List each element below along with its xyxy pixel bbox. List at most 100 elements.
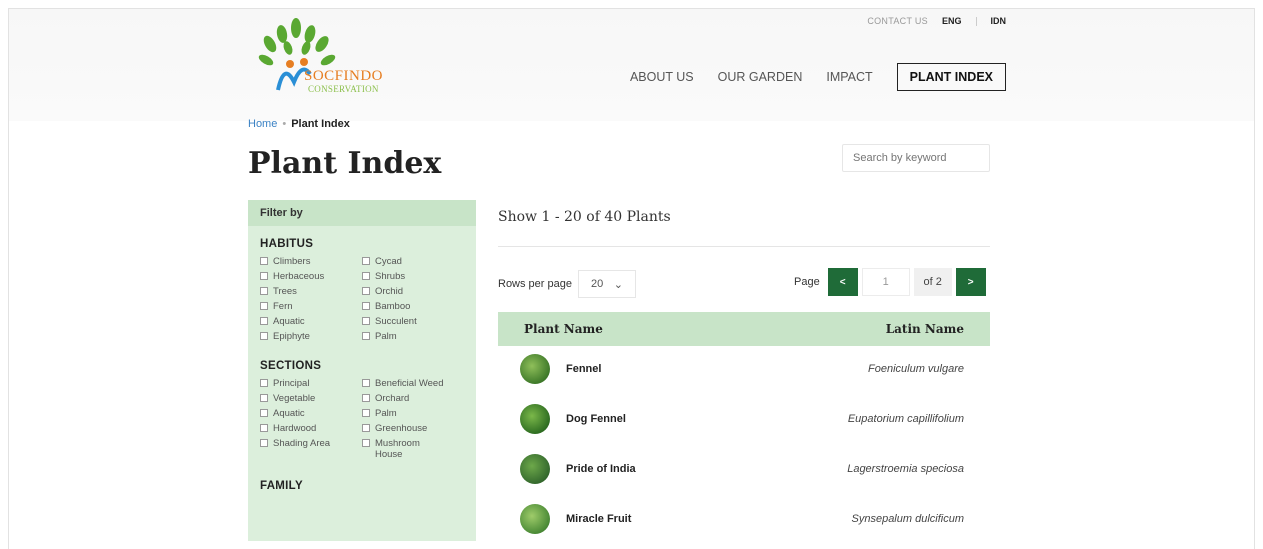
plant-name[interactable]: Fennel <box>566 363 601 375</box>
filter-checkbox[interactable]: Beneficial Weed <box>362 378 472 389</box>
col-plant-name[interactable]: Plant Name <box>524 322 603 336</box>
filter-checkbox[interactable]: Orchid <box>362 286 472 297</box>
filter-checkbox[interactable]: Aquatic <box>260 316 362 327</box>
habitus-title: HABITUS <box>260 238 314 250</box>
plant-thumbnail[interactable] <box>520 454 550 484</box>
checkbox-icon[interactable] <box>362 317 370 325</box>
checkbox-label: Principal <box>273 378 310 389</box>
checkbox-icon[interactable] <box>260 287 268 295</box>
plant-thumbnail[interactable] <box>520 354 550 384</box>
checkbox-icon[interactable] <box>362 287 370 295</box>
filter-checkbox[interactable]: Trees <box>260 286 362 297</box>
checkbox-icon[interactable] <box>362 394 370 402</box>
filter-checkbox[interactable]: Palm <box>362 331 472 342</box>
plant-thumbnail[interactable] <box>520 404 550 434</box>
search-input[interactable] <box>842 144 990 172</box>
breadcrumb-separator: • <box>282 118 287 130</box>
checkbox-icon[interactable] <box>260 317 268 325</box>
divider <box>498 246 990 247</box>
nav-plant-index[interactable]: PLANT INDEX <box>896 63 1006 91</box>
lang-idn-link[interactable]: IDN <box>991 16 1007 26</box>
checkbox-icon[interactable] <box>362 409 370 417</box>
rows-per-page-select[interactable]: 20 ⌄ <box>578 270 636 298</box>
filter-checkbox[interactable]: Bamboo <box>362 301 472 312</box>
table-row[interactable]: Pride of India Lagerstroemia speciosa <box>498 444 990 494</box>
site-logo[interactable]: SOCFINDO CONSERVATION <box>248 12 398 94</box>
plant-cell: Pride of India <box>520 454 636 484</box>
contact-us-link[interactable]: CONTACT US <box>867 16 928 26</box>
plant-thumbnail[interactable] <box>520 504 550 534</box>
filter-checkbox[interactable]: Succulent <box>362 316 472 327</box>
breadcrumb-home[interactable]: Home <box>248 118 277 130</box>
filter-checkbox[interactable]: Herbaceous <box>260 271 362 282</box>
filter-checkbox[interactable]: Fern <box>260 301 362 312</box>
checkbox-label: Fern <box>273 301 293 312</box>
checkbox-icon[interactable] <box>362 424 370 432</box>
filter-header: Filter by <box>248 200 476 226</box>
checkbox-label: Cycad <box>375 256 402 267</box>
checkbox-icon[interactable] <box>260 394 268 402</box>
filter-checkbox[interactable]: Shading Area <box>260 438 362 460</box>
checkbox-icon[interactable] <box>260 379 268 387</box>
nav-our-garden[interactable]: OUR GARDEN <box>718 70 803 84</box>
checkbox-icon[interactable] <box>362 379 370 387</box>
sections-title: SECTIONS <box>260 360 322 372</box>
filter-checkbox[interactable]: Shrubs <box>362 271 472 282</box>
page-number-input[interactable]: 1 <box>861 268 910 296</box>
habitus-list: Climbers Cycad Herbaceous Shrubs Trees O… <box>260 256 464 342</box>
filter-checkbox[interactable]: Hardwood <box>260 423 362 434</box>
checkbox-label: Orchid <box>375 286 403 297</box>
filter-checkbox[interactable]: Aquatic <box>260 408 362 419</box>
col-latin-name[interactable]: Latin Name <box>886 322 964 336</box>
filter-checkbox[interactable]: Climbers <box>260 256 362 267</box>
filter-checkbox[interactable]: Mushroom House <box>362 438 472 460</box>
main-nav: ABOUT US OUR GARDEN IMPACT PLANT INDEX <box>630 63 1006 91</box>
table-row[interactable]: Miracle Fruit Synsepalum dulcificum <box>498 494 990 544</box>
checkbox-icon[interactable] <box>260 332 268 340</box>
plant-name[interactable]: Pride of India <box>566 463 636 475</box>
plant-name[interactable]: Dog Fennel <box>566 413 626 425</box>
prev-page-button[interactable]: < <box>827 268 858 296</box>
checkbox-icon[interactable] <box>362 302 370 310</box>
checkbox-icon[interactable] <box>260 302 268 310</box>
filter-checkbox[interactable]: Vegetable <box>260 393 362 404</box>
pagination: Page < 1 of 2 > <box>794 268 986 296</box>
checkbox-icon[interactable] <box>362 272 370 280</box>
checkbox-icon[interactable] <box>260 272 268 280</box>
filter-sidebar: Filter by HABITUS Climbers Cycad Herbace… <box>248 200 476 541</box>
nav-impact[interactable]: IMPACT <box>826 70 872 84</box>
filter-checkbox[interactable]: Greenhouse <box>362 423 472 434</box>
nav-about-us[interactable]: ABOUT US <box>630 70 694 84</box>
table-header: Plant Name Latin Name <box>498 312 990 346</box>
checkbox-icon[interactable] <box>260 424 268 432</box>
checkbox-label: Trees <box>273 286 297 297</box>
filter-checkbox[interactable]: Palm <box>362 408 472 419</box>
checkbox-label: Shrubs <box>375 271 406 282</box>
next-page-button[interactable]: > <box>955 268 986 296</box>
latin-name: Synsepalum dulcificum <box>851 513 965 525</box>
latin-name: Lagerstroemia speciosa <box>847 463 964 475</box>
top-utility-bar: CONTACT US ENG IDN <box>867 16 1006 26</box>
checkbox-icon[interactable] <box>362 257 370 265</box>
lang-eng-link[interactable]: ENG <box>942 16 962 26</box>
checkbox-label: Palm <box>375 331 397 342</box>
checkbox-label: Bamboo <box>375 301 411 312</box>
checkbox-label: Herbaceous <box>273 271 325 282</box>
chevron-down-icon: ⌄ <box>613 279 623 291</box>
filter-checkbox[interactable]: Orchard <box>362 393 472 404</box>
filter-checkbox[interactable]: Principal <box>260 378 362 389</box>
table-row[interactable]: Dog Fennel Eupatorium capillifolium <box>498 394 990 444</box>
checkbox-label: Climbers <box>273 256 311 267</box>
checkbox-icon[interactable] <box>362 439 370 447</box>
checkbox-icon[interactable] <box>260 439 268 447</box>
filter-checkbox[interactable]: Cycad <box>362 256 472 267</box>
table-row[interactable]: Fennel Foeniculum vulgare <box>498 344 990 394</box>
checkbox-icon[interactable] <box>260 257 268 265</box>
checkbox-icon[interactable] <box>362 332 370 340</box>
filter-checkbox[interactable]: Epiphyte <box>260 331 362 342</box>
checkbox-label: Palm <box>375 408 397 419</box>
checkbox-icon[interactable] <box>260 409 268 417</box>
plant-name[interactable]: Miracle Fruit <box>566 513 631 525</box>
latin-name: Eupatorium capillifolium <box>847 413 964 425</box>
plant-cell: Fennel <box>520 354 601 384</box>
